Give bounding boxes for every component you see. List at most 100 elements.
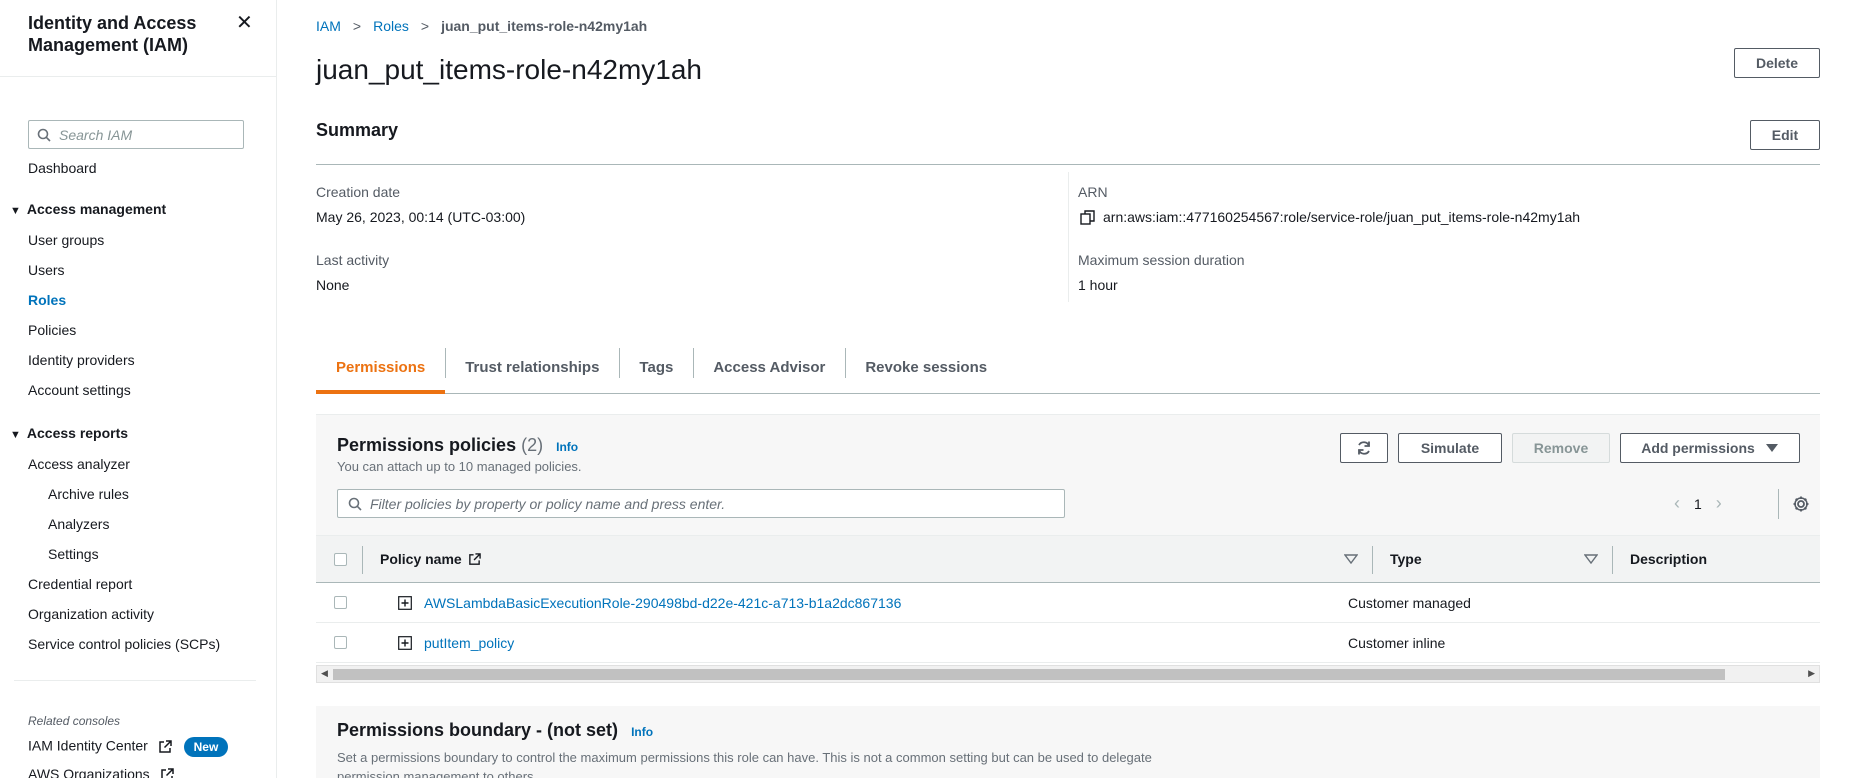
panel-header: Permissions policies (2) Info You can at…: [316, 415, 1820, 535]
refresh-button[interactable]: [1340, 433, 1388, 463]
table-header: Policy name Type Description: [316, 535, 1820, 583]
permissions-boundary-title: Permissions boundary - (not set) Info: [337, 720, 653, 741]
sidebar-item-archive-rules[interactable]: Archive rules: [48, 486, 129, 502]
tab-revoke-sessions[interactable]: Revoke sessions: [845, 342, 1007, 393]
sort-icon[interactable]: [1344, 554, 1358, 564]
pagination: ‹ 1 ›: [1674, 493, 1722, 514]
divider: [0, 76, 276, 77]
permissions-subtitle: You can attach up to 10 managed policies…: [337, 459, 582, 474]
sidebar-item-aws-organizations[interactable]: AWS Organizations: [28, 766, 174, 778]
simulate-button[interactable]: Simulate: [1398, 433, 1502, 463]
divider: [362, 546, 363, 574]
last-activity-label: Last activity: [316, 252, 390, 268]
expand-icon[interactable]: [398, 636, 412, 650]
copy-icon[interactable]: [1080, 209, 1095, 225]
delete-button[interactable]: Delete: [1734, 48, 1820, 78]
sidebar-item-policies[interactable]: Policies: [28, 322, 76, 338]
title-text: Permissions boundary - (not set): [337, 720, 619, 740]
policy-count: (2): [521, 435, 544, 455]
summary-title: Summary: [316, 120, 399, 140]
tab-permissions[interactable]: Permissions: [316, 342, 446, 394]
divider: [14, 680, 256, 681]
sidebar-item-organization-activity[interactable]: Organization activity: [28, 606, 154, 622]
edit-button[interactable]: Edit: [1750, 120, 1820, 150]
sidebar: Identity and Access Management (IAM) ✕ D…: [0, 0, 277, 778]
horizontal-scrollbar[interactable]: ◀ ▶: [316, 665, 1820, 683]
permissions-policies-title: Permissions policies (2) Info: [337, 435, 578, 456]
page-number[interactable]: 1: [1694, 496, 1702, 512]
section-label: Access reports: [26, 425, 129, 441]
new-badge: New: [183, 737, 229, 757]
max-session-label: Maximum session duration: [1078, 252, 1245, 268]
permissions-boundary-description: Set a permissions boundary to control th…: [337, 750, 1152, 778]
scrollbar-thumb[interactable]: [333, 669, 1725, 680]
main-content: IAM > Roles > juan_put_items-role-n42my1…: [316, 0, 1820, 778]
arn-text: arn:aws:iam::477160254567:role/service-r…: [1103, 209, 1581, 225]
sidebar-item-analyzers[interactable]: Analyzers: [48, 516, 109, 532]
breadcrumb-iam[interactable]: IAM: [316, 18, 341, 34]
caret-down-icon: ▼: [10, 429, 21, 441]
scroll-right-icon[interactable]: ▶: [1808, 668, 1815, 679]
info-link[interactable]: Info: [556, 440, 578, 454]
sidebar-item-scps[interactable]: Service control policies (SCPs): [28, 636, 220, 652]
sort-icon[interactable]: [1584, 554, 1598, 564]
search-input[interactable]: [59, 126, 229, 143]
external-link-icon: [468, 552, 481, 565]
tab-trust-relationships[interactable]: Trust relationships: [445, 342, 619, 393]
sidebar-item-access-analyzer[interactable]: Access analyzer: [28, 456, 130, 472]
column-description[interactable]: Description: [1630, 551, 1707, 567]
info-link[interactable]: Info: [631, 725, 653, 739]
filter-input[interactable]: [370, 495, 1050, 512]
external-link-icon: [160, 768, 174, 778]
breadcrumb-roles[interactable]: Roles: [373, 18, 409, 34]
row-checkbox[interactable]: [334, 596, 347, 609]
row-checkbox[interactable]: [334, 636, 347, 649]
sidebar-search[interactable]: [28, 120, 244, 149]
sidebar-item-account-settings[interactable]: Account settings: [28, 382, 131, 398]
button-label: Add permissions: [1641, 440, 1755, 456]
chevron-right-icon[interactable]: ›: [1716, 493, 1722, 514]
close-icon[interactable]: ✕: [236, 10, 253, 35]
policy-type: Customer inline: [1348, 635, 1446, 651]
tab-tags[interactable]: Tags: [619, 342, 693, 393]
sidebar-item-dashboard[interactable]: Dashboard: [28, 160, 97, 176]
table-row: putItem_policy Customer inline: [316, 623, 1820, 663]
title-text: Permissions policies: [337, 435, 517, 455]
sidebar-item-roles[interactable]: Roles: [28, 292, 66, 308]
add-permissions-button[interactable]: Add permissions: [1620, 433, 1800, 463]
remove-button[interactable]: Remove: [1512, 433, 1610, 463]
column-type[interactable]: Type: [1390, 551, 1422, 567]
permissions-policies-panel: Permissions policies (2) Info You can at…: [316, 414, 1820, 683]
creation-date-label: Creation date: [316, 184, 401, 200]
sidebar-item-settings[interactable]: Settings: [48, 546, 99, 562]
select-all-checkbox[interactable]: [334, 553, 347, 566]
column-label: Policy name: [380, 551, 462, 567]
chevron-left-icon[interactable]: ‹: [1674, 493, 1680, 514]
gear-icon[interactable]: [1792, 495, 1810, 513]
divider: [316, 164, 1820, 165]
divider: [1068, 172, 1069, 302]
sidebar-item-iam-identity-center[interactable]: IAM Identity Center New: [28, 737, 229, 757]
sidebar-item-credential-report[interactable]: Credential report: [28, 576, 132, 592]
sidebar-section-access-management[interactable]: ▼ Access management: [10, 201, 166, 217]
expand-icon[interactable]: [398, 596, 412, 610]
arn-label: ARN: [1078, 184, 1108, 200]
sidebar-item-identity-providers[interactable]: Identity providers: [28, 352, 135, 368]
sidebar-item-users[interactable]: Users: [28, 262, 65, 278]
refresh-icon: [1358, 441, 1370, 455]
policy-filter[interactable]: [337, 489, 1065, 518]
sidebar-item-user-groups[interactable]: User groups: [28, 232, 104, 248]
column-policy-name[interactable]: Policy name: [380, 551, 481, 567]
search-icon: [348, 497, 362, 511]
tab-access-advisor[interactable]: Access Advisor: [693, 342, 845, 393]
policy-name-link[interactable]: AWSLambdaBasicExecutionRole-290498bd-d22…: [424, 595, 901, 611]
scroll-left-icon[interactable]: ◀: [321, 668, 328, 679]
policy-name-link[interactable]: putItem_policy: [424, 635, 514, 651]
link-label: IAM Identity Center: [28, 737, 148, 754]
last-activity-value: None: [316, 277, 350, 293]
chevron-right-icon: >: [420, 18, 430, 34]
sidebar-section-access-reports[interactable]: ▼ Access reports: [10, 425, 128, 441]
max-session-value: 1 hour: [1078, 277, 1118, 293]
page-title: juan_put_items-role-n42my1ah: [316, 54, 702, 85]
table-row: AWSLambdaBasicExecutionRole-290498bd-d22…: [316, 583, 1820, 623]
